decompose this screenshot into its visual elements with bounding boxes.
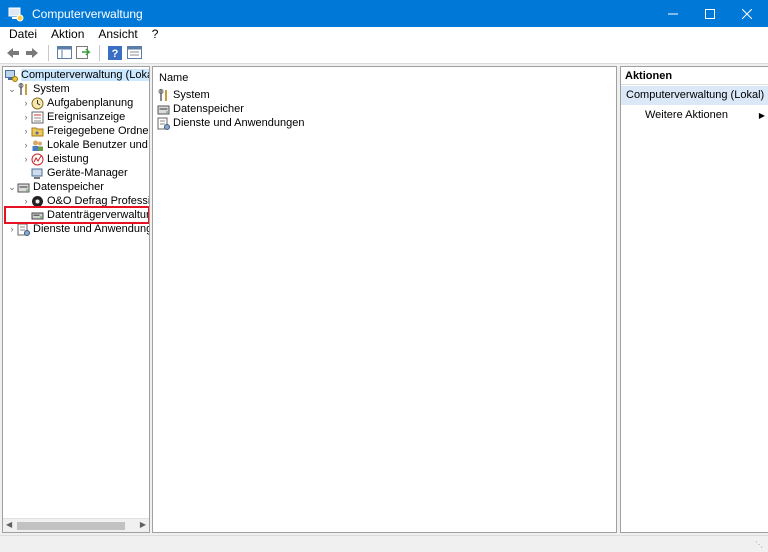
menu-bar: Datei Aktion Ansicht ? <box>0 27 768 42</box>
column-header-name[interactable]: Name <box>159 72 188 84</box>
help-button[interactable]: ? <box>106 44 124 62</box>
forward-button[interactable] <box>23 44 41 62</box>
tree-item-dienste[interactable]: › Dienste und Anwendungen <box>7 222 149 236</box>
minimize-icon <box>668 13 678 14</box>
list-item-label: Dienste und Anwendungen <box>173 117 305 129</box>
scrollbar-thumb[interactable] <box>17 522 125 530</box>
event-viewer-icon <box>31 111 44 123</box>
list-item-datenspeicher[interactable]: Datenspeicher <box>157 102 244 116</box>
system-tools-icon <box>158 88 167 101</box>
back-icon <box>7 47 19 58</box>
window-title: Computerverwaltung <box>32 6 143 21</box>
list-item-system[interactable]: System <box>157 88 210 102</box>
tree-label-ereignisanzeige: Ereignisanzeige <box>47 111 126 123</box>
show-hide-console-tree-button[interactable] <box>55 44 73 62</box>
tree-item-geraete-manager[interactable]: Geräte-Manager <box>31 166 128 180</box>
list-item-label: System <box>173 89 210 101</box>
title-bar: Computerverwaltung <box>0 0 768 27</box>
actions-section-computer-management[interactable]: Computerverwaltung (Lokal) <box>621 86 768 105</box>
list-item-dienste[interactable]: Dienste und Anwendungen <box>157 116 305 130</box>
tree-label-aufgabenplanung: Aufgabenplanung <box>47 97 134 109</box>
list-item-label: Datenspeicher <box>173 103 244 115</box>
console-tree[interactable]: Computerverwaltung (Lokal) ⌄ System › Au… <box>2 66 150 533</box>
scroll-left-icon[interactable]: ◀ <box>6 520 12 529</box>
chevron-right-icon[interactable]: › <box>21 196 31 206</box>
svg-text:?: ? <box>112 48 119 60</box>
toolbar: ? <box>0 42 768 64</box>
properties-button[interactable] <box>125 44 143 62</box>
more-actions-label: Weitere Aktionen <box>645 109 728 121</box>
tree-item-system[interactable]: ⌄ System <box>7 82 70 96</box>
chevron-right-icon[interactable]: › <box>21 126 31 136</box>
tree-label-freigegebene-ordner: Freigegebene Ordner <box>47 125 150 137</box>
maximize-icon <box>705 8 715 19</box>
toolbar-separator <box>99 44 100 61</box>
highlight-box <box>4 206 149 224</box>
clock-icon <box>31 97 44 109</box>
tree-label-lokale-benutzer: Lokale Benutzer und Gr <box>47 139 149 151</box>
chevron-right-icon[interactable]: › <box>21 140 31 150</box>
more-actions-item[interactable]: Weitere Aktionen ▶ <box>645 107 765 123</box>
chevron-down-icon[interactable]: ⌄ <box>7 84 17 95</box>
chevron-right-icon[interactable]: › <box>21 112 31 122</box>
tree-label-leistung: Leistung <box>47 153 89 165</box>
chevron-right-icon[interactable]: › <box>21 98 31 108</box>
menu-datei[interactable]: Datei <box>0 27 43 42</box>
storage-icon <box>17 183 30 192</box>
shared-folder-icon <box>31 127 44 136</box>
help-icon: ? <box>108 45 122 60</box>
export-list-icon <box>75 46 91 59</box>
services-icon <box>157 117 170 130</box>
tree-item-leistung[interactable]: › Leistung <box>21 152 89 166</box>
computer-management-icon <box>8 7 24 21</box>
tree-label-geraete-manager: Geräte-Manager <box>47 167 128 179</box>
chevron-down-icon[interactable]: ⌄ <box>7 182 17 193</box>
minimize-button[interactable] <box>656 0 690 27</box>
device-manager-icon <box>31 168 43 179</box>
storage-icon <box>157 105 170 114</box>
close-icon <box>742 8 752 19</box>
tree-item-root[interactable]: Computerverwaltung (Lokal) <box>5 68 149 82</box>
actions-header: Aktionen <box>621 67 768 85</box>
maximize-button[interactable] <box>693 0 727 27</box>
tree-item-lokale-benutzer[interactable]: › Lokale Benutzer und Gr <box>21 138 150 152</box>
forward-icon <box>26 47 38 58</box>
properties-icon <box>126 46 142 59</box>
computer-management-icon <box>5 69 18 82</box>
tree-item-ereignisanzeige[interactable]: › Ereignisanzeige <box>21 110 125 124</box>
toolbar-separator <box>48 44 49 61</box>
chevron-right-icon[interactable]: › <box>21 154 31 164</box>
submenu-arrow-icon: ▶ <box>758 110 765 120</box>
console-tree-icon <box>56 46 72 59</box>
tree-label-root: Computerverwaltung (Lokal) <box>21 69 149 81</box>
tree-item-aufgabenplanung[interactable]: › Aufgabenplanung <box>21 96 133 110</box>
result-list[interactable]: Name System Datenspeicher Dienste und An… <box>152 66 617 533</box>
back-button[interactable] <box>4 44 22 62</box>
menu-ansicht[interactable]: Ansicht <box>90 27 143 42</box>
export-list-button[interactable] <box>74 44 92 62</box>
scroll-right-icon[interactable]: ▶ <box>140 520 146 529</box>
system-tools-icon <box>18 82 27 95</box>
tree-label-dienste: Dienste und Anwendungen <box>33 223 149 235</box>
tree-item-datenspeicher[interactable]: ⌄ Datenspeicher <box>7 180 104 194</box>
tree-label-datenspeicher: Datenspeicher <box>33 181 104 193</box>
tree-item-freigegebene-ordner[interactable]: › Freigegebene Ordner <box>21 124 150 138</box>
menu-help[interactable]: ? <box>144 27 165 42</box>
chevron-right-icon[interactable]: › <box>7 224 17 234</box>
tree-label-system: System <box>33 83 70 95</box>
close-button[interactable] <box>730 0 764 27</box>
resize-grip-icon[interactable]: ⋱ <box>755 540 765 550</box>
horizontal-scrollbar[interactable]: ◀ ▶ <box>3 518 149 532</box>
services-icon <box>17 223 30 236</box>
performance-icon <box>31 153 44 165</box>
users-icon <box>32 140 43 151</box>
status-bar: ⋱ <box>0 535 768 552</box>
menu-aktion[interactable]: Aktion <box>43 27 90 42</box>
actions-pane: Aktionen Computerverwaltung (Lokal) Weit… <box>620 66 768 533</box>
